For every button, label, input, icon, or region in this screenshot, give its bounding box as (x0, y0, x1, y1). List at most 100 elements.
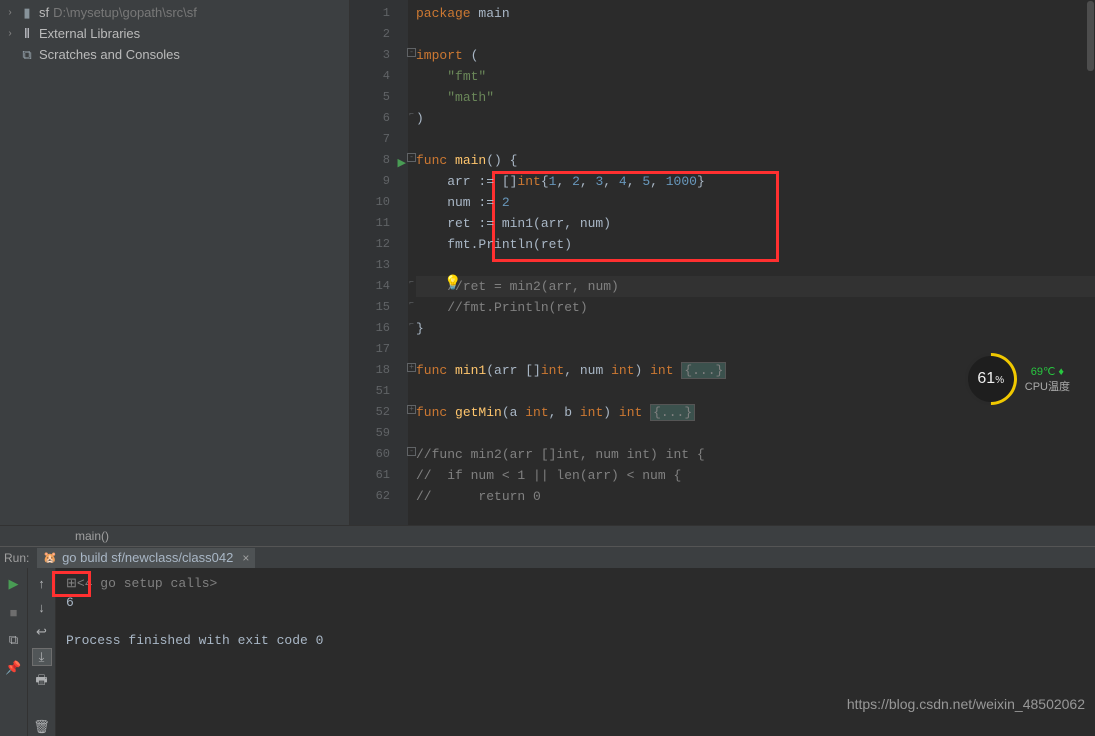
line-number[interactable]: 52 (350, 402, 408, 423)
code-line[interactable]: "math" (416, 87, 1095, 108)
line-number[interactable]: 4 (350, 66, 408, 87)
code-line[interactable]: package main (416, 3, 1095, 24)
line-number[interactable]: 1 (350, 3, 408, 24)
chevron-right-icon[interactable]: › (5, 28, 15, 39)
watermark: https://blog.csdn.net/weixin_48502062 (847, 696, 1085, 712)
project-tree[interactable]: › ▮ sf D:\mysetup\gopath\src\sf › ⫴ Exte… (0, 0, 350, 525)
project-name: sf (39, 5, 49, 20)
fold-icon[interactable]: + (407, 363, 416, 372)
line-number[interactable]: 60 (350, 444, 408, 465)
breadcrumb-item[interactable]: main() (75, 529, 109, 543)
line-number[interactable]: 3 (350, 45, 408, 66)
chevron-right-icon[interactable]: › (5, 7, 15, 18)
scratches-label: Scratches and Consoles (39, 47, 180, 62)
code-line[interactable] (416, 423, 1095, 444)
run-config-tab[interactable]: 🐹 go build sf/newclass/class042 × (37, 548, 255, 568)
line-number[interactable]: 12 (350, 234, 408, 255)
run-toolbar-secondary: ↑ ↓ ↩ ⤓ 🖶 🗑 (28, 568, 56, 736)
fold-icon[interactable]: ⌐ (407, 321, 416, 330)
editor-code-area[interactable]: package main import (- "fmt" "math")⌐ func… (408, 0, 1095, 525)
down-button[interactable]: ↓ (32, 599, 52, 618)
close-icon[interactable]: × (238, 551, 249, 565)
line-number[interactable]: 17 (350, 339, 408, 360)
stop-button[interactable]: ■ (4, 602, 24, 622)
fold-icon[interactable]: ⌐ (407, 111, 416, 120)
fold-icon[interactable]: - (407, 48, 416, 57)
code-line[interactable]: ret := min1(arr, num) (416, 213, 1095, 234)
tree-project-root[interactable]: › ▮ sf D:\mysetup\gopath\src\sf (0, 2, 349, 23)
line-number[interactable]: 2 (350, 24, 408, 45)
library-icon: ⫴ (19, 26, 35, 42)
line-number[interactable]: 5 (350, 87, 408, 108)
soft-wrap-button[interactable]: ↩ (32, 623, 52, 642)
line-number[interactable]: 62 (350, 486, 408, 507)
fold-icon[interactable]: - (407, 153, 416, 162)
line-number[interactable]: 18 (350, 360, 408, 381)
line-number[interactable]: 7 (350, 129, 408, 150)
code-line[interactable] (416, 24, 1095, 45)
cpu-widget[interactable]: 61% 69℃ ♦ CPU温度 (965, 353, 1070, 405)
line-number[interactable]: 6 (350, 108, 408, 129)
code-line[interactable]: //func min2(arr []int, num int) int {- (416, 444, 1095, 465)
code-line[interactable]: //ret = min2(arr, num)⌐💡 (416, 276, 1095, 297)
code-editor[interactable]: 12345678▶9101112131415161718515259606162… (350, 0, 1095, 525)
code-line[interactable] (416, 129, 1095, 150)
tree-external-libraries[interactable]: › ⫴ External Libraries (0, 23, 349, 44)
code-line[interactable]: func main() {- (416, 150, 1095, 171)
intention-bulb-icon[interactable]: 💡 (444, 274, 461, 295)
run-tab-label: go build sf/newclass/class042 (62, 550, 233, 565)
code-line[interactable]: }⌐ (416, 318, 1095, 339)
tree-scratches[interactable]: ⧉ Scratches and Consoles (0, 44, 349, 65)
line-number[interactable]: 15 (350, 297, 408, 318)
console-blank (66, 612, 1085, 631)
scrollbar-thumb[interactable] (1087, 1, 1094, 71)
code-line[interactable]: "fmt" (416, 66, 1095, 87)
console-finish: Process finished with exit code 0 (66, 631, 1085, 650)
pin-button[interactable]: 📌 (4, 658, 24, 678)
code-line[interactable]: fmt.Println(ret) (416, 234, 1095, 255)
run-panel-header: Run: 🐹 go build sf/newclass/class042 × (0, 546, 1095, 568)
line-number[interactable]: 59 (350, 423, 408, 444)
fold-icon[interactable]: ⌐ (407, 279, 416, 288)
external-libs-label: External Libraries (39, 26, 140, 41)
folder-icon: ▮ (19, 5, 35, 21)
code-line[interactable] (416, 255, 1095, 276)
line-number[interactable]: 14 (350, 276, 408, 297)
print-button[interactable]: 🖶 (32, 672, 52, 692)
fold-icon[interactable]: + (407, 405, 416, 414)
line-number[interactable]: 10 (350, 192, 408, 213)
rerun-button[interactable]: ▶ (4, 574, 24, 594)
editor-gutter[interactable]: 12345678▶9101112131415161718515259606162 (350, 0, 408, 525)
layout-button[interactable]: ⧉ (4, 630, 24, 650)
line-number[interactable]: 9 (350, 171, 408, 192)
line-number[interactable]: 13 (350, 255, 408, 276)
project-path: D:\mysetup\gopath\src\sf (53, 5, 197, 20)
code-line[interactable]: )⌐ (416, 108, 1095, 129)
code-line[interactable]: num := 2 (416, 192, 1095, 213)
code-line[interactable]: // return 0 (416, 486, 1095, 507)
go-icon: 🐹 (43, 551, 57, 564)
fold-icon[interactable]: - (407, 447, 416, 456)
up-button[interactable]: ↑ (32, 574, 52, 593)
line-number[interactable]: 61 (350, 465, 408, 486)
console-result: 6 (66, 593, 1085, 612)
code-line[interactable]: import (- (416, 45, 1095, 66)
code-line[interactable]: arr := []int{1, 2, 3, 4, 5, 1000} (416, 171, 1095, 192)
line-number[interactable]: 11 (350, 213, 408, 234)
console-fold-line[interactable]: ⊞<4 go setup calls> (66, 574, 1085, 593)
line-number[interactable]: 16 (350, 318, 408, 339)
cpu-percent: 61% (977, 370, 1004, 388)
code-line[interactable]: // if num < 1 || len(arr) < num { (416, 465, 1095, 486)
line-number[interactable]: 8▶ (350, 150, 408, 171)
cpu-ring: 61% (965, 353, 1017, 405)
line-number[interactable]: 51 (350, 381, 408, 402)
scratches-icon: ⧉ (19, 47, 35, 63)
code-line[interactable]: //fmt.Println(ret)⌐ (416, 297, 1095, 318)
cpu-temp-block: 69℃ ♦ CPU温度 (1025, 365, 1070, 394)
run-label: Run: (4, 551, 29, 565)
run-toolbar-primary: ▶ ■ ⧉ 📌 (0, 568, 28, 736)
scroll-to-end-button[interactable]: ⤓ (32, 648, 52, 667)
fold-icon[interactable]: ⌐ (407, 300, 416, 309)
breadcrumb[interactable]: main() (0, 525, 1095, 546)
trash-button[interactable]: 🗑 (32, 717, 52, 736)
